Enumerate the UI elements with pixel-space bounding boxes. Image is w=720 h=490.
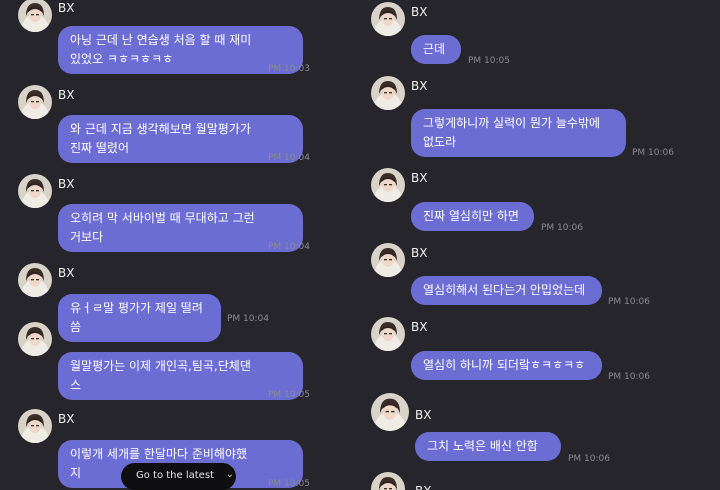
message-bubble: 근데 (411, 35, 461, 64)
sender-name: BX (411, 171, 428, 185)
message-bubble: 열심히해서 된다는거 안밉었는데 (411, 276, 602, 305)
avatar[interactable] (371, 2, 405, 36)
avatar[interactable] (18, 0, 52, 32)
sender-name: BX (415, 484, 431, 490)
message-timestamp: PM 10:06 (608, 297, 650, 307)
right-chat-column: BX 근데 PM 10:05 BX 그렇게하니까 실력이 뭔가 늘수밖에 없도라… (355, 0, 720, 490)
message-timestamp: PM 10:06 (632, 148, 674, 158)
avatar[interactable] (18, 263, 52, 297)
avatar[interactable] (18, 409, 52, 443)
sender-name: BX (411, 246, 428, 260)
go-to-latest-label: Go to the latest (136, 470, 214, 481)
chevron-down-icon: ⌄ (225, 469, 234, 480)
message-timestamp: PM 10:06 (568, 454, 610, 464)
sender-name: BX (415, 408, 432, 422)
avatar[interactable] (371, 393, 409, 431)
sender-name: BX (58, 88, 75, 102)
message-timestamp: PM 10:05 (468, 56, 510, 66)
avatar[interactable] (371, 76, 405, 110)
message-timestamp: PM 10:03 (268, 64, 310, 74)
message-timestamp: PM 10:06 (541, 223, 583, 233)
message-bubble: 와 근데 지금 생각해보면 월말평가가 진짜 떨렸어 (58, 115, 303, 163)
message-timestamp: PM 10:04 (268, 153, 310, 163)
avatar[interactable] (371, 168, 405, 202)
message-timestamp: PM 10:04 (268, 242, 310, 252)
message-bubble: 그치 노력은 배신 안함 (415, 432, 561, 461)
message-bubble: 아닝 근데 난 연습생 처음 할 때 재미 있었오 ㅋㅎㅋㅎㅋㅎ (58, 26, 303, 74)
message-bubble: 열심히 하니까 되더랔ㅎㅋㅎㅋㅎ (411, 351, 602, 380)
message-bubble: 그렇게하니까 실력이 뭔가 늘수밖에 없도라 (411, 109, 626, 157)
avatar[interactable] (18, 174, 52, 208)
sender-name: BX (58, 177, 75, 191)
avatar[interactable] (371, 472, 405, 490)
avatar[interactable] (18, 322, 52, 356)
avatar[interactable] (371, 243, 405, 277)
message-timestamp: PM 10:05 (268, 479, 310, 489)
left-chat-column: BX 아닝 근데 난 연습생 처음 할 때 재미 있었오 ㅋㅎㅋㅎㅋㅎ PM 1… (0, 0, 355, 490)
sender-name: BX (58, 412, 75, 426)
sender-name: BX (58, 266, 75, 280)
message-bubble: 월말평가는 이제 개인곡,팀곡,단체댄 스 (58, 352, 303, 400)
sender-name: BX (411, 320, 428, 334)
message-bubble: 유ㅓㄹ말 평가가 제일 떨려씀 (58, 294, 221, 342)
message-bubble: 진짜 열심히만 하면 (411, 202, 534, 231)
avatar[interactable] (18, 85, 52, 119)
avatar[interactable] (371, 317, 405, 351)
message-timestamp: PM 10:04 (227, 314, 269, 324)
message-bubble: 오히려 막 서바이벌 때 무대하고 그런 거보다 (58, 204, 303, 252)
sender-name: BX (58, 1, 75, 15)
go-to-latest-button[interactable]: Go to the latest ⌄ (121, 463, 236, 490)
sender-name: BX (411, 5, 428, 19)
message-timestamp: PM 10:05 (268, 390, 310, 400)
message-timestamp: PM 10:06 (608, 372, 650, 382)
sender-name: BX (411, 79, 428, 93)
